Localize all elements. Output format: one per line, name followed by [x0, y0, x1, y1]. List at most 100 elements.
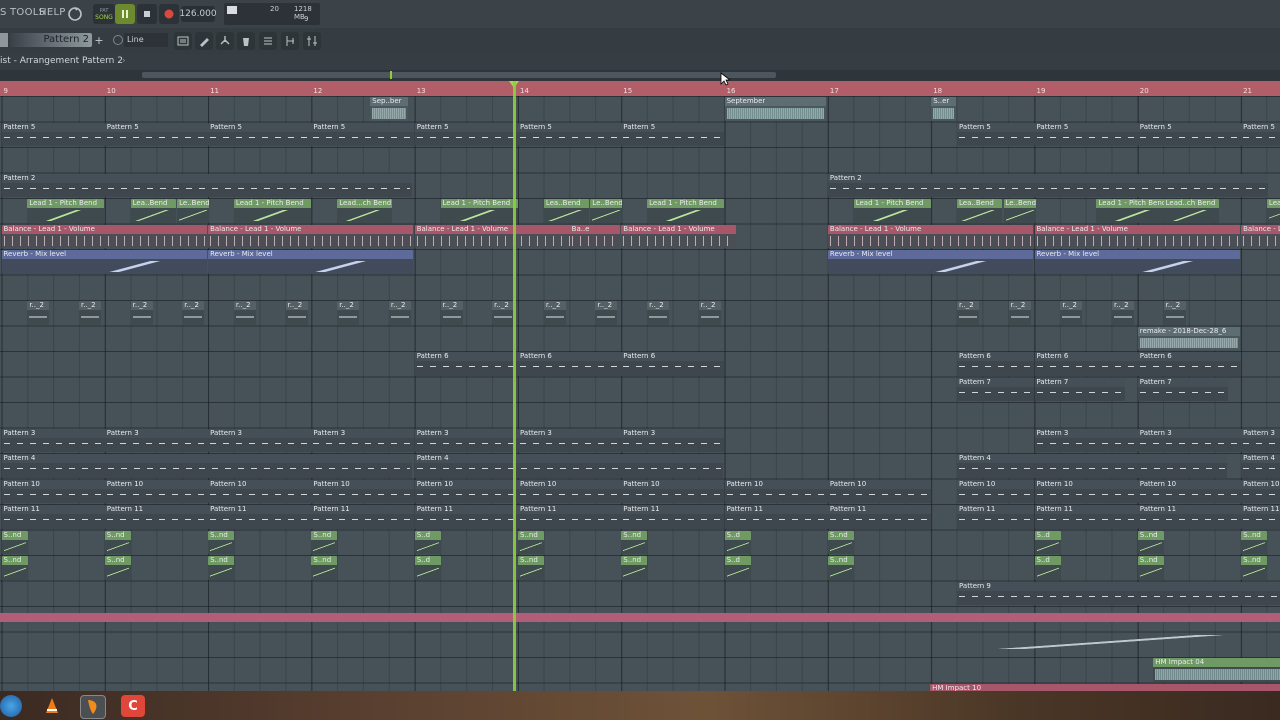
- pattern-clip[interactable]: Pattern 3: [1034, 428, 1138, 452]
- automation-clip[interactable]: Lead..ch Bend: [1163, 199, 1219, 223]
- pattern-clip[interactable]: Pattern 5: [1034, 122, 1138, 146]
- menu-item-partial[interactable]: S: [0, 7, 7, 18]
- sample-clip[interactable]: r.._2: [957, 301, 980, 325]
- pattern-clip[interactable]: Pattern 11: [621, 505, 725, 529]
- sample-clip[interactable]: r.._2: [698, 301, 721, 325]
- playlist-menu-icon[interactable]: [174, 32, 192, 50]
- record-mode-icon[interactable]: [66, 5, 84, 23]
- vlc-icon[interactable]: [40, 695, 64, 717]
- pattern-clip[interactable]: Pattern 10: [414, 479, 518, 503]
- pattern-clip[interactable]: Pattern 6: [621, 352, 725, 376]
- sample-clip[interactable]: r.._2: [337, 301, 360, 325]
- automation-clip[interactable]: Lead 1 - Pitch Bend: [853, 199, 931, 223]
- reverb-clip[interactable]: Reverb - Mix level: [208, 250, 414, 274]
- pattern-clip[interactable]: Pattern 3: [1137, 428, 1241, 452]
- automation-clip[interactable]: Lea: [1266, 199, 1280, 223]
- pattern-clip[interactable]: Pattern 11: [1137, 505, 1241, 529]
- pattern-clip[interactable]: Pattern 4: [1241, 454, 1280, 478]
- reverb-clip[interactable]: Reverb - Mix level: [1034, 250, 1240, 274]
- pattern-clip[interactable]: Pattern 11: [104, 505, 208, 529]
- pattern-clip[interactable]: Pattern 5: [621, 122, 725, 146]
- pattern-clip[interactable]: Pattern 4: [1, 454, 412, 478]
- scrollbar-thumb[interactable]: [142, 72, 776, 78]
- automation-clip[interactable]: S..nd: [1241, 530, 1268, 554]
- pattern-clip[interactable]: Pattern 3: [518, 428, 621, 452]
- automation-clip[interactable]: S..d: [724, 556, 751, 580]
- pattern-clip[interactable]: Pattern 5: [1, 122, 105, 146]
- pattern-clip[interactable]: Pattern 6: [518, 352, 621, 376]
- automation-clip[interactable]: S..nd: [208, 530, 235, 554]
- sample-clip[interactable]: r.._2: [492, 301, 515, 325]
- paint-tool-icon[interactable]: [216, 32, 234, 50]
- automation-clip[interactable]: S..nd: [1241, 556, 1268, 580]
- automation-clip[interactable]: S..nd: [1, 530, 28, 554]
- horizontal-scrollbar[interactable]: [0, 70, 1280, 81]
- pattern-clip[interactable]: Pattern 7: [957, 377, 1035, 401]
- automation-clip[interactable]: Lea..Bend: [543, 199, 589, 223]
- automation-clip[interactable]: S..nd: [827, 556, 854, 580]
- pattern-clip[interactable]: Pattern 11: [311, 505, 415, 529]
- automation-clip[interactable]: S..nd: [827, 530, 854, 554]
- automation-clip[interactable]: S..nd: [104, 530, 131, 554]
- automation-clip[interactable]: Lead 1 - Pitch Bend: [647, 199, 725, 223]
- pattern-clip[interactable]: Pattern 5: [208, 122, 312, 146]
- sample-clip[interactable]: r.._2: [543, 301, 566, 325]
- reverb-clip[interactable]: Reverb - Mix level: [1, 250, 207, 274]
- automation-clip[interactable]: S..nd: [621, 530, 648, 554]
- audio-clip[interactable]: remake - 2018-Dec-28_6: [1137, 326, 1240, 350]
- pattern-clip[interactable]: Pattern 11: [957, 505, 1035, 529]
- delete-tool-icon[interactable]: [237, 32, 255, 50]
- automation-clip[interactable]: S..nd: [518, 556, 544, 580]
- pattern-clip[interactable]: Pattern 5: [414, 122, 518, 146]
- sample-clip[interactable]: r.._2: [440, 301, 463, 325]
- automation-clip[interactable]: S..nd: [208, 556, 235, 580]
- sample-clip[interactable]: r.._2: [595, 301, 618, 325]
- automation-clip[interactable]: S..nd: [621, 556, 648, 580]
- pattern-clip[interactable]: Pattern 6: [1034, 352, 1138, 376]
- audio-clip[interactable]: September: [724, 97, 826, 121]
- pattern-clip[interactable]: Pattern 5: [104, 122, 208, 146]
- sample-clip[interactable]: r.._2: [647, 301, 670, 325]
- automation-clip[interactable]: S..d: [414, 556, 441, 580]
- snap-selector[interactable]: Line: [124, 33, 168, 47]
- fl-studio-icon[interactable]: [80, 695, 106, 719]
- automation-clip[interactable]: Lea..Bend: [130, 199, 176, 223]
- pause-button[interactable]: [115, 4, 135, 24]
- pattern-clip[interactable]: Pattern 5: [1241, 122, 1280, 146]
- sample-clip[interactable]: r.._2: [1060, 301, 1083, 325]
- automation-clip[interactable]: S..nd: [104, 556, 131, 580]
- pattern-clip[interactable]: Pattern 4: [957, 454, 1228, 478]
- pattern-clip[interactable]: Pattern 10: [1241, 479, 1280, 503]
- pattern-clip[interactable]: Pattern 11: [518, 505, 621, 529]
- automation-clip[interactable]: S..nd: [311, 556, 338, 580]
- pat-song-toggle[interactable]: PAT SONG: [93, 4, 115, 24]
- pattern-clip[interactable]: Pattern 10: [208, 479, 312, 503]
- select-tool-icon[interactable]: [303, 32, 321, 50]
- audio-clip[interactable]: S..er: [931, 97, 957, 121]
- pattern-clip[interactable]: Pattern 6: [414, 352, 518, 376]
- balance-clip[interactable]: Balance - L: [1241, 224, 1280, 248]
- pattern-clip[interactable]: Pattern 11: [1241, 505, 1280, 529]
- tempo-display[interactable]: 126.000: [179, 6, 217, 22]
- slice-tool-icon[interactable]: [281, 32, 299, 50]
- record-button[interactable]: [159, 4, 179, 24]
- automation-clip[interactable]: Lead...ch Bend: [337, 199, 393, 223]
- sample-clip[interactable]: r.._2: [285, 301, 308, 325]
- pattern-clip[interactable]: Pattern 4: [414, 454, 723, 478]
- pattern-clip[interactable]: Pattern 6: [957, 352, 1035, 376]
- pattern-clip[interactable]: Pattern 10: [957, 479, 1035, 503]
- pattern-clip[interactable]: Pattern 10: [518, 479, 621, 503]
- draw-tool-icon[interactable]: [195, 32, 213, 50]
- pattern-clip[interactable]: Pattern 10: [724, 479, 828, 503]
- pattern-clip[interactable]: Pattern 2: [827, 173, 1268, 197]
- pattern-clip[interactable]: Pattern 10: [621, 479, 725, 503]
- pattern-clip[interactable]: Pattern 11: [827, 505, 931, 529]
- pattern-clip[interactable]: Pattern 11: [414, 505, 518, 529]
- automation-clip[interactable]: Lead 1 - Pitch Bend: [233, 199, 311, 223]
- pattern-clip[interactable]: Pattern 2: [1, 173, 412, 197]
- pattern-selector[interactable]: Pattern 2: [10, 33, 92, 47]
- breadcrumb-pattern[interactable]: Pattern 2: [82, 56, 123, 66]
- sample-clip[interactable]: r.._2: [1008, 301, 1031, 325]
- sample-clip[interactable]: r.._2: [27, 301, 50, 325]
- balance-clip[interactable]: Balance - Lead 1 - Volume: [208, 224, 414, 248]
